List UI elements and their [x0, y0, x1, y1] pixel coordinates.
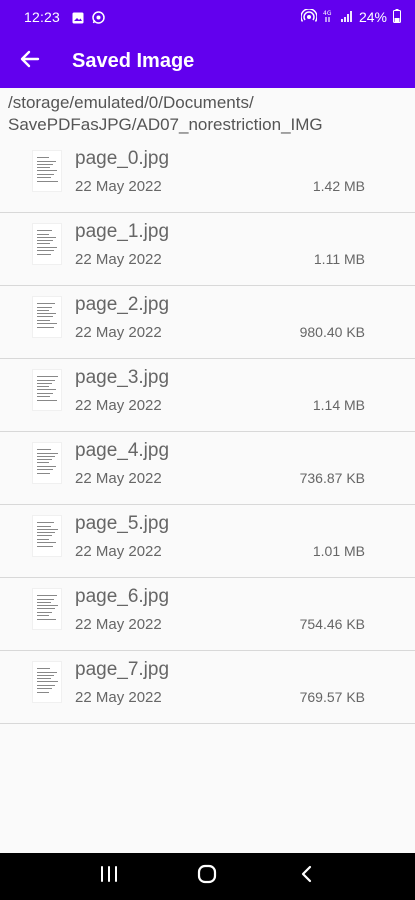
file-date: 22 May 2022: [75, 397, 162, 414]
file-row[interactable]: page_4.jpg 22 May 2022 736.87 KB: [0, 432, 415, 505]
status-right: 4G 24%: [300, 7, 401, 26]
file-date: 22 May 2022: [75, 178, 162, 195]
folder-path: /storage/emulated/0/Documents/ SavePDFas…: [8, 92, 408, 136]
path-text: /storage/emulated/0/Documents/ SavePDFas…: [8, 93, 323, 134]
file-row[interactable]: page_1.jpg 22 May 2022 1.11 MB: [0, 213, 415, 286]
file-date: 22 May 2022: [75, 470, 162, 487]
file-size: 769.57 KB: [299, 689, 365, 705]
back-button[interactable]: [0, 34, 60, 88]
status-left: 12:23: [24, 9, 105, 25]
file-thumbnail: [32, 369, 62, 411]
file-size: 736.87 KB: [299, 470, 365, 486]
whatsapp-icon: [92, 11, 105, 24]
file-date: 22 May 2022: [75, 616, 162, 633]
status-bar: 12:23 4G 24%: [0, 0, 415, 34]
file-size: 1.42 MB: [312, 178, 365, 194]
svg-text:4G: 4G: [323, 10, 332, 17]
signal-icon: [341, 9, 353, 25]
file-name: page_5.jpg: [75, 513, 170, 534]
file-size: 754.46 KB: [299, 616, 365, 632]
file-size: 980.40 KB: [299, 324, 365, 340]
file-row[interactable]: page_3.jpg 22 May 2022 1.14 MB: [0, 359, 415, 432]
file-row[interactable]: page_6.jpg 22 May 2022 754.46 KB: [0, 578, 415, 651]
navigation-bar: [0, 853, 415, 900]
file-date: 22 May 2022: [75, 689, 162, 706]
file-size: 1.01 MB: [312, 543, 365, 559]
status-time: 12:23: [24, 9, 61, 25]
file-name: page_4.jpg: [75, 440, 170, 461]
file-list: page_0.jpg 22 May 2022 1.42 MB page_1.jpg 22…: [0, 140, 415, 724]
file-name: page_1.jpg: [75, 221, 170, 242]
file-thumbnail: [32, 223, 62, 265]
network-4g-icon: 4G: [323, 9, 335, 26]
file-thumbnail: [32, 442, 62, 484]
file-thumbnail: [32, 515, 62, 557]
file-date: 22 May 2022: [75, 543, 162, 560]
file-size: 1.14 MB: [312, 397, 365, 413]
file-thumbnail: [32, 150, 62, 192]
file-name: page_3.jpg: [75, 367, 170, 388]
page-title: Saved Image: [72, 49, 195, 72]
file-name: page_6.jpg: [75, 586, 170, 607]
app-bar: Saved Image: [0, 34, 415, 88]
gallery-icon: [72, 11, 84, 24]
file-thumbnail: [32, 296, 62, 338]
arrow-left-icon: [20, 49, 40, 74]
back-nav-button[interactable]: [286, 857, 326, 897]
file-row[interactable]: page_0.jpg 22 May 2022 1.42 MB: [0, 140, 415, 213]
file-row[interactable]: page_2.jpg 22 May 2022 980.40 KB: [0, 286, 415, 359]
file-name: page_0.jpg: [75, 148, 170, 169]
file-size: 1.11 MB: [313, 251, 365, 267]
battery-icon: [393, 8, 401, 26]
back-icon: [299, 865, 313, 888]
file-row[interactable]: page_7.jpg 22 May 2022 769.57 KB: [0, 651, 415, 724]
recents-icon: [100, 866, 118, 887]
file-thumbnail: [32, 588, 62, 630]
file-date: 22 May 2022: [75, 324, 162, 341]
battery-text: 24%: [358, 9, 387, 25]
hotspot-icon: [300, 7, 318, 26]
recents-button[interactable]: [89, 857, 129, 897]
file-row[interactable]: page_5.jpg 22 May 2022 1.01 MB: [0, 505, 415, 578]
file-name: page_2.jpg: [75, 294, 170, 315]
file-thumbnail: [32, 661, 62, 703]
file-name: page_7.jpg: [75, 659, 170, 680]
home-icon: [197, 864, 217, 889]
home-button[interactable]: [187, 857, 227, 897]
file-date: 22 May 2022: [75, 251, 162, 268]
